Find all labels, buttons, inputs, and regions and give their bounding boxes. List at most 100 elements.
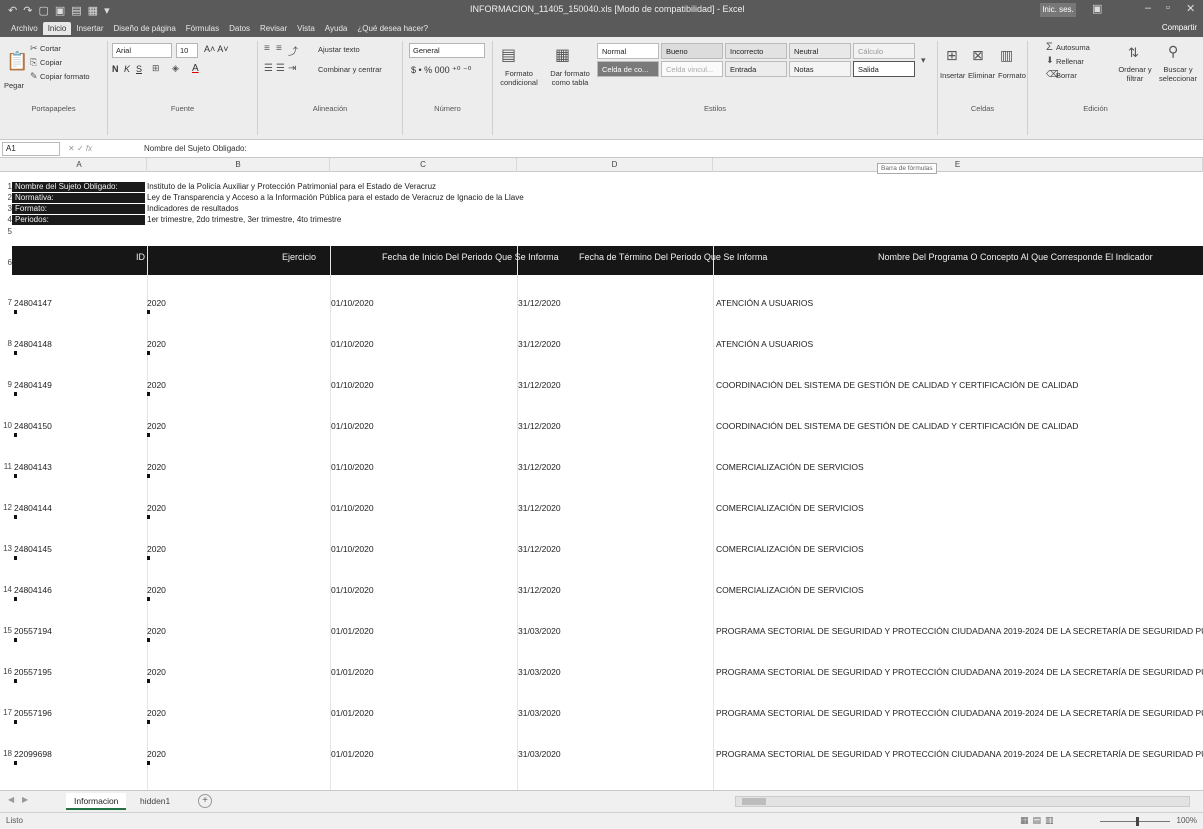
style-incorrecto[interactable]: Incorrecto bbox=[725, 43, 787, 59]
row-number[interactable]: 12 bbox=[0, 503, 12, 512]
cell-ejercicio[interactable]: 2020 bbox=[147, 503, 166, 513]
number-format-select[interactable]: General bbox=[409, 43, 485, 58]
cell-id[interactable]: 24804148 bbox=[14, 339, 52, 349]
cell-ejercicio[interactable]: 2020 bbox=[147, 626, 166, 636]
cell-fecha-termino[interactable]: 31/12/2020 bbox=[518, 339, 561, 349]
align-left-icon[interactable]: ☰ bbox=[264, 63, 273, 74]
accounting-icon[interactable]: $ • % 000 ⁺⁰ ⁻⁰ bbox=[411, 65, 471, 76]
cell-id[interactable]: 24804150 bbox=[14, 421, 52, 431]
row-number[interactable]: 4 bbox=[0, 215, 12, 224]
cell-id[interactable]: 24804145 bbox=[14, 544, 52, 554]
tab-inicio[interactable]: Inicio bbox=[42, 22, 72, 35]
redo-icon[interactable]: ↷ bbox=[23, 4, 32, 17]
row-number[interactable]: 16 bbox=[0, 667, 12, 676]
cell-fecha-inicio[interactable]: 01/01/2020 bbox=[331, 708, 374, 718]
cell-ejercicio[interactable]: 2020 bbox=[147, 462, 166, 472]
cell-ejercicio[interactable]: 2020 bbox=[147, 544, 166, 554]
close-icon[interactable]: ✕ bbox=[1186, 2, 1195, 15]
column-header-c[interactable]: C bbox=[330, 158, 517, 172]
zoom-level[interactable]: 100% bbox=[1177, 816, 1197, 825]
cell-programa[interactable]: COMERCIALIZACIÓN DE SERVICIOS bbox=[716, 585, 864, 595]
paste-icon[interactable]: 📋 bbox=[6, 51, 28, 72]
cell-ejercicio[interactable]: 2020 bbox=[147, 708, 166, 718]
tab-archivo[interactable]: Archivo bbox=[6, 22, 43, 35]
align-center-icon[interactable]: ☰ bbox=[276, 63, 285, 74]
zoom-slider-handle[interactable] bbox=[1136, 817, 1139, 826]
italic-icon[interactable]: K bbox=[124, 64, 130, 74]
row-number[interactable]: 14 bbox=[0, 585, 12, 594]
cell-fecha-inicio[interactable]: 01/01/2020 bbox=[331, 626, 374, 636]
copy-button[interactable]: Copiar bbox=[40, 58, 62, 67]
sheet-tab-informacion[interactable]: Informacion bbox=[66, 793, 127, 810]
grow-font-icon[interactable]: A˄ A˅ bbox=[204, 44, 229, 54]
cell-programa[interactable]: COMERCIALIZACIÓN DE SERVICIOS bbox=[716, 503, 864, 513]
cell-ejercicio[interactable]: 2020 bbox=[147, 380, 166, 390]
meta-value-normativa[interactable]: Ley de Transparencia y Acceso a la Infor… bbox=[147, 193, 524, 203]
cell-id[interactable]: 24804144 bbox=[14, 503, 52, 513]
tab-ayuda[interactable]: Ayuda bbox=[320, 22, 353, 35]
column-header-e[interactable]: E bbox=[713, 158, 1203, 172]
meta-label-sujeto[interactable]: Nombre del Sujeto Obligado: bbox=[12, 182, 145, 192]
font-name-select[interactable]: Arial bbox=[112, 43, 172, 58]
ribbon-display-icon[interactable]: ▣ bbox=[1092, 2, 1102, 15]
wrap-text-button[interactable]: Ajustar texto bbox=[318, 45, 360, 54]
cell-fecha-termino[interactable]: 31/12/2020 bbox=[518, 462, 561, 472]
fx-icon[interactable]: fx bbox=[86, 144, 92, 153]
add-sheet-icon[interactable]: + bbox=[198, 794, 212, 808]
sort-filter-button[interactable]: Ordenar y filtrar bbox=[1116, 65, 1154, 83]
align-middle-icon[interactable]: ≡ bbox=[276, 43, 282, 54]
cell-fecha-termino[interactable]: 31/12/2020 bbox=[518, 544, 561, 554]
tab-diseno-pagina[interactable]: Diseño de página bbox=[109, 22, 181, 35]
row-number[interactable]: 9 bbox=[0, 380, 12, 389]
row-number[interactable]: 15 bbox=[0, 626, 12, 635]
row-number[interactable]: 5 bbox=[0, 227, 12, 236]
cell-fecha-inicio[interactable]: 01/01/2020 bbox=[331, 667, 374, 677]
header-fecha-inicio[interactable]: Fecha de Inicio Del Periodo Que Se Infor… bbox=[382, 252, 559, 262]
row-number[interactable]: 8 bbox=[0, 339, 12, 348]
cell-id[interactable]: 20557196 bbox=[14, 708, 52, 718]
cell-fecha-inicio[interactable]: 01/10/2020 bbox=[331, 585, 374, 595]
cell-fecha-termino[interactable]: 31/12/2020 bbox=[518, 298, 561, 308]
cell-fecha-inicio[interactable]: 01/10/2020 bbox=[331, 462, 374, 472]
scroll-left-icon[interactable]: ◀ bbox=[8, 795, 14, 804]
header-fecha-termino[interactable]: Fecha de Término Del Periodo Que Se Info… bbox=[579, 252, 767, 262]
style-calculo[interactable]: Cálculo bbox=[853, 43, 915, 59]
cell-programa[interactable]: PROGRAMA SECTORIAL DE SEGURIDAD Y PROTEC… bbox=[716, 667, 1203, 677]
sheet-tab-hidden1[interactable]: hidden1 bbox=[132, 793, 178, 810]
qat-dropdown-icon[interactable]: ▾ bbox=[104, 4, 110, 17]
horizontal-scrollbar[interactable] bbox=[735, 796, 1190, 807]
cell-ejercicio[interactable]: 2020 bbox=[147, 585, 166, 595]
sheet-grid[interactable]: 1 Nombre del Sujeto Obligado: Instituto … bbox=[0, 172, 1203, 790]
bold-icon[interactable]: N bbox=[112, 64, 119, 74]
cell-programa[interactable]: PROGRAMA SECTORIAL DE SEGURIDAD Y PROTEC… bbox=[716, 626, 1203, 636]
cell-fecha-inicio[interactable]: 01/10/2020 bbox=[331, 503, 374, 513]
cut-button[interactable]: Cortar bbox=[40, 44, 61, 53]
style-neutral[interactable]: Neutral bbox=[789, 43, 851, 59]
find-select-button[interactable]: Buscar y seleccionar bbox=[1156, 65, 1200, 83]
cell-fecha-termino[interactable]: 31/03/2020 bbox=[518, 708, 561, 718]
zoom-slider[interactable] bbox=[1100, 821, 1170, 822]
insert-button[interactable]: Insertar bbox=[940, 71, 965, 80]
cancel-icon[interactable]: ✕ bbox=[68, 144, 75, 153]
save-as-icon[interactable]: ▤ bbox=[71, 4, 81, 17]
header-programa[interactable]: Nombre Del Programa O Concepto Al Que Co… bbox=[878, 252, 1153, 262]
row-number[interactable]: 7 bbox=[0, 298, 12, 307]
cell-fecha-termino[interactable]: 31/03/2020 bbox=[518, 626, 561, 636]
tab-formulas[interactable]: Fórmulas bbox=[181, 22, 224, 35]
meta-label-formato[interactable]: Formato: bbox=[12, 204, 145, 214]
cell-fecha-termino[interactable]: 31/03/2020 bbox=[518, 749, 561, 759]
format-button[interactable]: Formato bbox=[998, 71, 1026, 80]
cell-id[interactable]: 24804143 bbox=[14, 462, 52, 472]
meta-value-sujeto[interactable]: Instituto de la Policía Auxiliar y Prote… bbox=[147, 182, 436, 192]
tab-insertar[interactable]: Insertar bbox=[71, 22, 108, 35]
scrollbar-thumb[interactable] bbox=[742, 798, 766, 805]
cell-programa[interactable]: ATENCIÓN A USUARIOS bbox=[716, 339, 813, 349]
cell-id[interactable]: 20557195 bbox=[14, 667, 52, 677]
scroll-right-icon[interactable]: ▶ bbox=[22, 795, 28, 804]
meta-label-periodos[interactable]: Periodos: bbox=[12, 215, 145, 225]
cell-programa[interactable]: PROGRAMA SECTORIAL DE SEGURIDAD Y PROTEC… bbox=[716, 708, 1203, 718]
cell-ejercicio[interactable]: 2020 bbox=[147, 421, 166, 431]
cell-fecha-termino[interactable]: 31/12/2020 bbox=[518, 380, 561, 390]
undo-icon[interactable]: ↶ bbox=[8, 4, 17, 17]
column-header-b[interactable]: B bbox=[147, 158, 330, 172]
